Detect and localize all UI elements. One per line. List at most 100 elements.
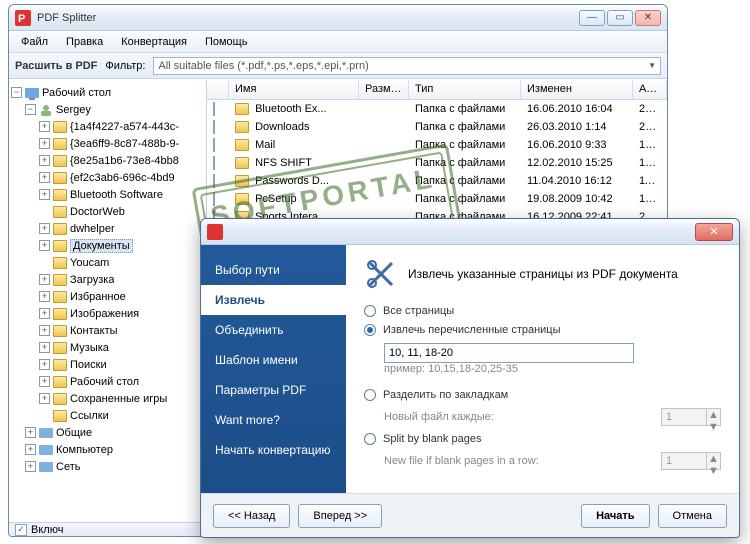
col-type[interactable]: Тип xyxy=(409,80,521,99)
row-checkbox[interactable] xyxy=(213,156,215,170)
dialog-titlebar[interactable]: ✕ xyxy=(201,219,739,245)
bookmarks-spinner[interactable]: 1 ▲▼ xyxy=(661,408,721,426)
tree-expand-icon[interactable]: + xyxy=(39,172,50,183)
titlebar[interactable]: P PDF Splitter — ▭ ✕ xyxy=(9,5,667,31)
tree-node[interactable]: +Загрузка xyxy=(11,271,204,288)
wizard-step[interactable]: Начать конвертацию xyxy=(201,435,346,465)
tree-expand-icon[interactable]: + xyxy=(39,291,50,302)
tree-node[interactable]: +Bluetooth Software xyxy=(11,186,204,203)
status-checkbox[interactable] xyxy=(15,524,27,536)
tree-node[interactable]: +Общие xyxy=(11,424,204,441)
row-checkbox[interactable] xyxy=(213,102,215,116)
tree-collapse-icon[interactable]: − xyxy=(11,87,22,98)
wizard-step[interactable]: Want more? xyxy=(201,405,346,435)
wizard-step[interactable]: Объединить xyxy=(201,315,346,345)
label-page-list: Извлечь перечисленные страницы xyxy=(383,324,561,336)
tree-node[interactable]: +{ef2c3ab6-696c-4bd9 xyxy=(11,169,204,186)
tree-expand-icon[interactable]: + xyxy=(39,274,50,285)
tree-node[interactable]: Ссылки xyxy=(11,407,204,424)
tree-node[interactable]: + Поиски xyxy=(11,356,204,373)
back-button[interactable]: << Назад xyxy=(213,504,290,528)
col-attributes[interactable]: Атрибуты xyxy=(633,80,667,99)
radio-page-list[interactable] xyxy=(364,324,376,336)
wizard-step[interactable]: Параметры PDF xyxy=(201,375,346,405)
radio-bookmarks[interactable] xyxy=(364,389,376,401)
tree-expand-icon[interactable]: + xyxy=(39,376,50,387)
tree-node[interactable]: +{3ea6ff9-8c87-488b-9- xyxy=(11,135,204,152)
tree-expand-icon[interactable]: + xyxy=(39,393,50,404)
blank-spinner[interactable]: 1 ▲▼ xyxy=(661,452,721,470)
folder-tree[interactable]: − Рабочий стол − Sergey +{1a4f4227-a574-… xyxy=(9,80,207,522)
tree-node[interactable]: + Сохраненные игры xyxy=(11,390,204,407)
wizard-step[interactable]: Выбор пути xyxy=(201,255,346,285)
folder-icon xyxy=(53,342,67,354)
tree-expand-icon[interactable]: + xyxy=(39,223,50,234)
tree-expand-icon[interactable]: + xyxy=(39,240,50,251)
maximize-button[interactable]: ▭ xyxy=(607,10,633,26)
tree-expand-icon[interactable]: + xyxy=(25,461,36,472)
tree-expand-icon[interactable]: + xyxy=(39,359,50,370)
tree-expand-icon[interactable]: + xyxy=(39,325,50,336)
row-checkbox[interactable] xyxy=(213,120,215,134)
tree-expand-icon[interactable]: + xyxy=(39,189,50,200)
tree-node[interactable]: +Изображения xyxy=(11,305,204,322)
row-checkbox[interactable] xyxy=(213,138,215,152)
col-modified[interactable]: Изменен xyxy=(521,80,633,99)
table-row[interactable]: PcSetupПапка с файлами19.08.2009 10:4219… xyxy=(207,190,667,208)
app-icon: P xyxy=(15,10,31,26)
wizard-step[interactable]: Шаблон имени xyxy=(201,345,346,375)
filter-dropdown[interactable]: All suitable files (*.pdf,*.ps,*.eps,*.e… xyxy=(153,57,661,75)
tree-expand-icon[interactable]: + xyxy=(25,427,36,438)
tree-node[interactable]: +Компьютер xyxy=(11,441,204,458)
table-row[interactable]: Passwords D...Папка с файлами11.04.2010 … xyxy=(207,172,667,190)
menu-convert[interactable]: Конвертация xyxy=(113,33,195,51)
table-row[interactable]: DownloadsПапка с файлами26.03.2010 1:142… xyxy=(207,118,667,136)
dialog-close-button[interactable]: ✕ xyxy=(695,223,733,241)
tree-node[interactable]: +Контакты xyxy=(11,322,204,339)
row-checkbox[interactable] xyxy=(213,174,215,188)
tree-collapse-icon[interactable]: − xyxy=(25,104,36,115)
tree-expand-icon[interactable]: + xyxy=(39,155,50,166)
wizard-step[interactable]: Извлечь xyxy=(201,285,346,315)
tree-node[interactable]: +Избранное xyxy=(11,288,204,305)
table-row[interactable]: NFS SHIFTПапка с файлами12.02.2010 15:25… xyxy=(207,154,667,172)
tree-label: Поиски xyxy=(70,359,107,371)
tree-node[interactable]: +{1a4f4227-a574-443c- xyxy=(11,118,204,135)
computer-icon xyxy=(39,443,53,457)
tree-expand-icon[interactable]: + xyxy=(39,121,50,132)
page-list-input[interactable] xyxy=(384,343,634,363)
tree-node[interactable]: +Музыка xyxy=(11,339,204,356)
row-checkbox[interactable] xyxy=(213,192,215,206)
tree-user-label: Sergey xyxy=(56,104,91,116)
start-button[interactable]: Начать xyxy=(581,504,649,528)
tree-expand-icon[interactable]: + xyxy=(25,444,36,455)
tree-node[interactable]: DoctorWeb xyxy=(11,203,204,220)
menu-file[interactable]: Файл xyxy=(13,33,56,51)
tree-node[interactable]: +{8e25a1b6-73e8-4bb8 xyxy=(11,152,204,169)
tree-expand-icon[interactable]: + xyxy=(39,308,50,319)
radio-all-pages[interactable] xyxy=(364,305,376,317)
menu-help[interactable]: Помощь xyxy=(197,33,256,51)
table-row[interactable]: MailПапка с файлами16.06.2010 9:3316.06.… xyxy=(207,136,667,154)
folder-icon xyxy=(235,139,249,151)
col-size[interactable]: Размер xyxy=(359,80,409,99)
forward-button[interactable]: Вперед >> xyxy=(298,504,382,528)
menu-edit[interactable]: Правка xyxy=(58,33,111,51)
table-row[interactable]: Bluetooth Ex...Папка с файлами16.06.2010… xyxy=(207,100,667,118)
chevron-down-icon: ▼ xyxy=(648,61,656,70)
tree-node[interactable]: +Сеть xyxy=(11,458,204,475)
tree-expand-icon[interactable]: + xyxy=(39,342,50,353)
tree-label: Сохраненные игры xyxy=(70,393,167,405)
cancel-button[interactable]: Отмена xyxy=(658,504,727,528)
minimize-button[interactable]: — xyxy=(579,10,605,26)
cell-type: Папка с файлами xyxy=(409,190,521,208)
tree-node[interactable]: Youcam xyxy=(11,254,204,271)
close-button[interactable]: ✕ xyxy=(635,10,661,26)
tree-node[interactable]: +dwhelper xyxy=(11,220,204,237)
tree-expand-icon[interactable]: + xyxy=(39,138,50,149)
tree-node[interactable]: +Рабочий стол xyxy=(11,373,204,390)
list-header[interactable]: Имя Размер Тип Изменен Атрибуты xyxy=(207,80,667,100)
radio-blank-pages[interactable] xyxy=(364,433,376,445)
tree-node[interactable]: +Документы xyxy=(11,237,204,254)
col-name[interactable]: Имя xyxy=(229,80,359,99)
